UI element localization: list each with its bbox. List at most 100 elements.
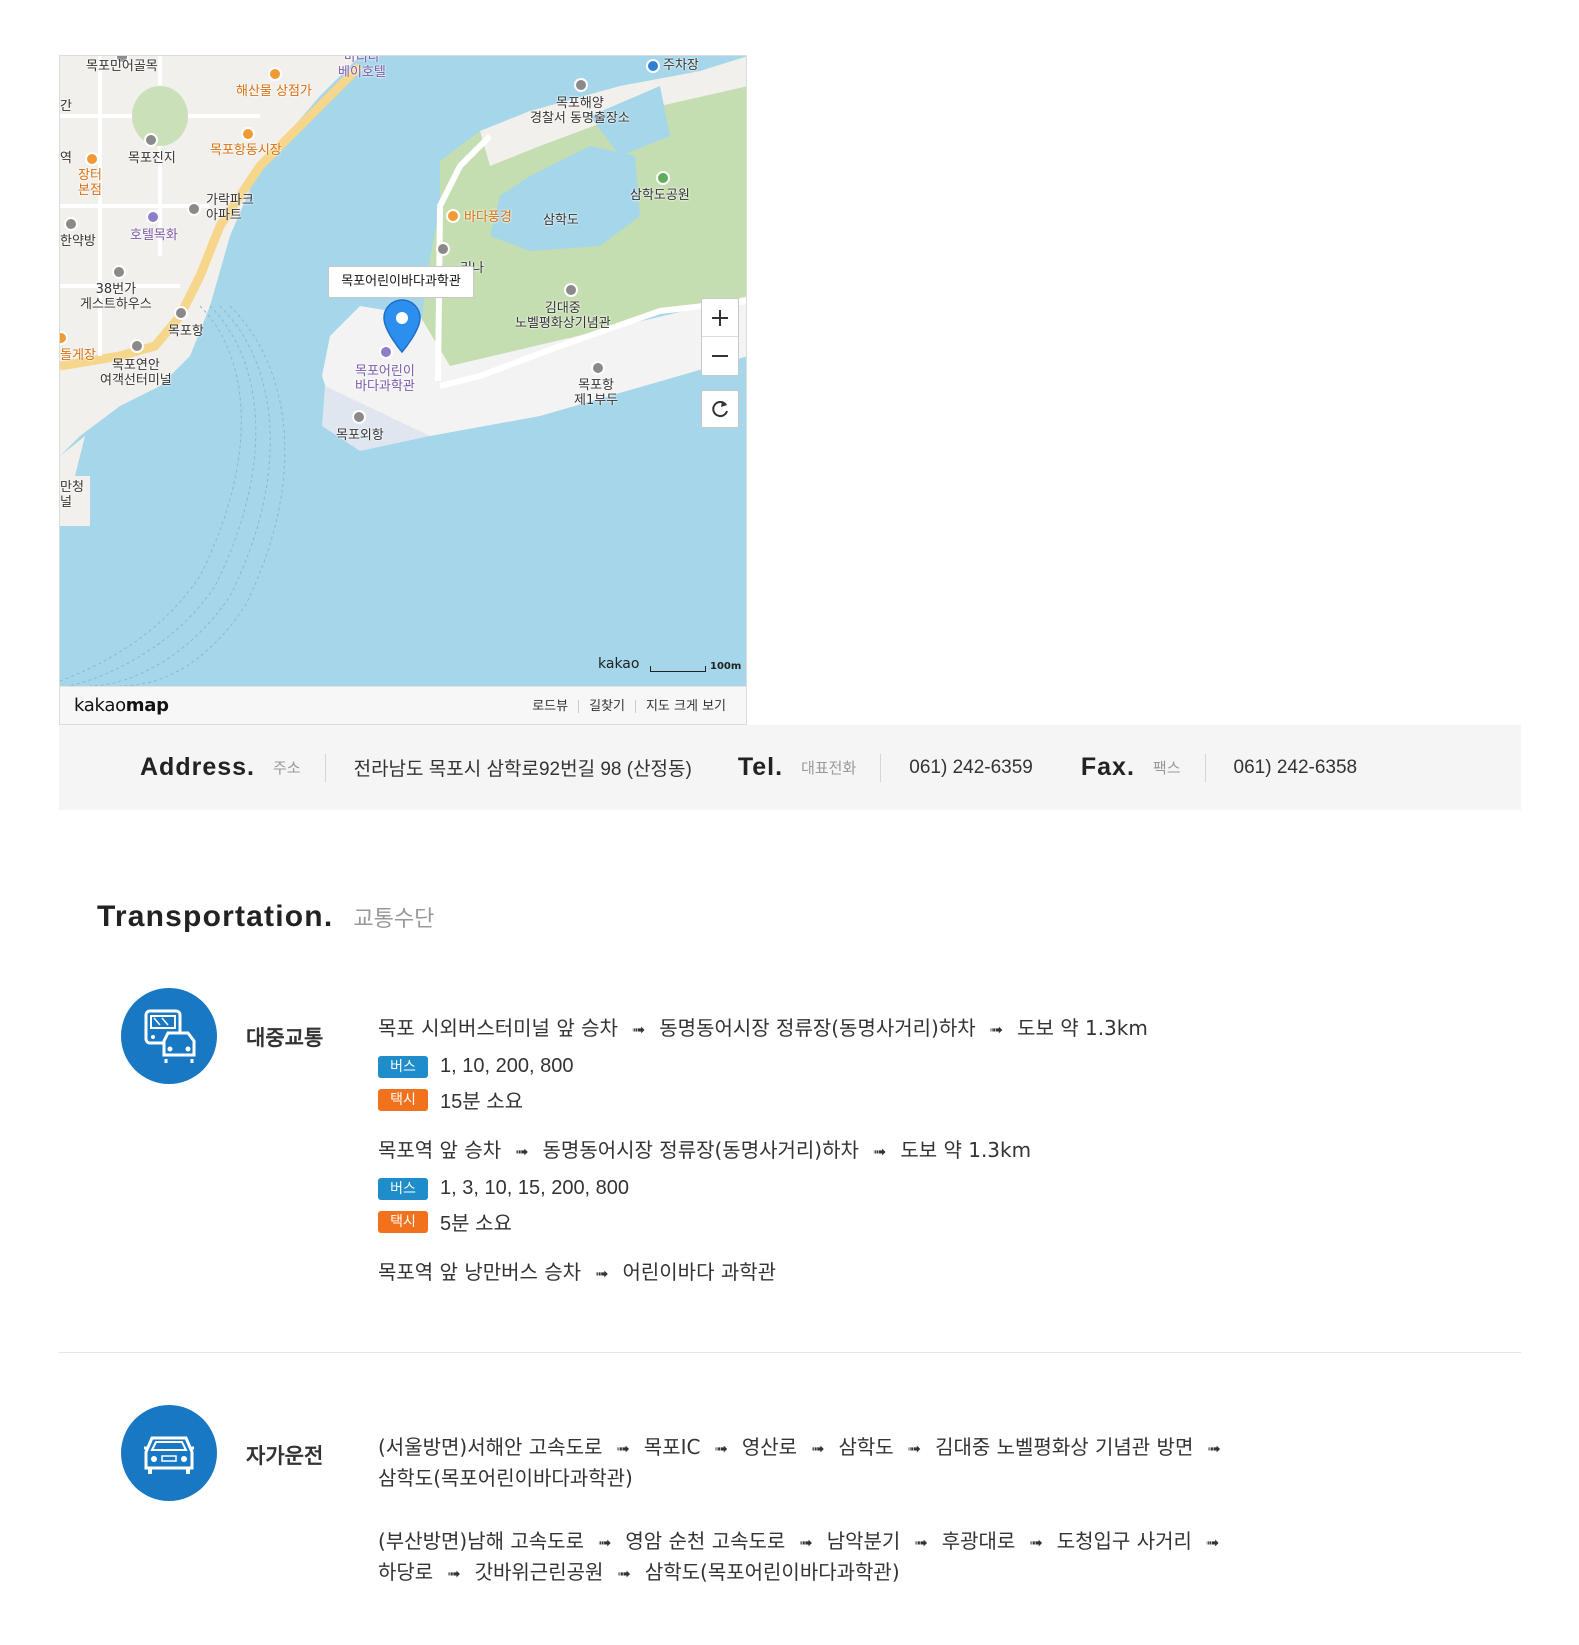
transportation-heading: Transportation. 교통수단 (97, 900, 434, 934)
tel-title: Tel. (737, 753, 784, 781)
bus-tag: 버스 (378, 1177, 428, 1200)
route-step: (서울방면)서해안 고속도로 (378, 1435, 603, 1459)
minus-icon (712, 355, 728, 357)
route-step: 삼학도 (838, 1435, 894, 1459)
map-label: 역 (60, 151, 72, 166)
route-step: 도보 약 1.3km (900, 1138, 1032, 1162)
arrow-right-icon: ➟ (631, 1020, 646, 1039)
fax-block: Fax. 팩스 061) 242-6358 (1081, 725, 1357, 810)
transportation-title: Transportation. (97, 900, 334, 933)
hotel-icon (146, 210, 160, 224)
arrow-right-icon: ➟ (714, 1439, 728, 1458)
bus-info: 버스 1, 10, 200, 800 (378, 1055, 573, 1078)
route-step: 하당로 (378, 1560, 434, 1584)
map-label: 목포해양 경찰서 동명출장소 (530, 96, 630, 126)
fax-title: Fax. (1080, 753, 1135, 781)
car-route-2-cont: 하당로 ➟ 갓바위근린공원 ➟ 삼학도(목포어린이바다과학관) (378, 1557, 900, 1589)
contact-info-bar: Address. 주소 전라남도 목포시 삼학로92번길 98 (산정동) Te… (59, 725, 1521, 810)
poi-shop-icon (241, 127, 255, 141)
plus-icon (712, 309, 728, 326)
map-label: 목포항 제1부두 (574, 378, 619, 408)
public-route-3: 목포역 앞 낭만버스 승차 ➟ 어린이바다 과학관 (378, 1257, 776, 1289)
map-label: 호텔목화 (130, 228, 178, 243)
map-label: 간 (60, 99, 72, 114)
arrow-right-icon: ➟ (989, 1020, 1004, 1039)
kakao-map[interactable]: 목포민어골목 해산물 상점가 마리나 베이호텔 주차장 목포해양 경찰서 동명출… (59, 55, 747, 725)
park-icon (656, 171, 670, 185)
taxi-info: 택시 5분 소요 (378, 1207, 512, 1236)
route-step: 어린이바다 과학관 (622, 1260, 777, 1284)
arrow-right-icon: ➟ (1207, 1439, 1221, 1458)
scale-text: 100m (710, 661, 742, 672)
route-step: 김대중 노벨평화상 기념관 방면 (935, 1435, 1194, 1459)
kakaomap-logo[interactable]: kakaomap (74, 695, 169, 716)
roadview-link[interactable]: 로드뷰 (522, 700, 578, 713)
address-sub: 주소 (272, 759, 301, 777)
route-step: (부산방면)남해 고속도로 (378, 1529, 584, 1553)
arrow-right-icon: ➟ (872, 1142, 887, 1161)
address-value: 전라남도 목포시 삼학로92번길 98 (산정동) (353, 759, 692, 780)
route-step: 영산로 (741, 1435, 798, 1459)
poi-icon (144, 133, 158, 147)
map-label: 장터 본점 (78, 168, 102, 198)
zoom-out-button[interactable] (702, 337, 738, 375)
map-label: 목포연안 여객선터미널 (100, 358, 172, 388)
map-marker-icon[interactable] (382, 298, 422, 354)
route-step: 남악분기 (826, 1529, 901, 1553)
arrow-right-icon: ➟ (595, 1264, 609, 1283)
tel-value: 061) 242-6359 (909, 756, 1033, 778)
refresh-button[interactable] (701, 390, 739, 428)
scale-bar (650, 666, 706, 672)
fax-sub: 팩스 (1152, 759, 1181, 777)
map-footer: kakaomap 로드뷰 길찾기 지도 크게 보기 (60, 686, 746, 724)
route-step: 목포역 앞 낭만버스 승차 (378, 1260, 582, 1284)
public-route-1: 목포 시외버스터미널 앞 승차 ➟ 동명동어시장 정류장(동명사거리)하차 ➟ 도보 약… (378, 1013, 1148, 1045)
map-label: 바다풍경 (464, 210, 512, 225)
arrow-right-icon: ➟ (799, 1533, 813, 1552)
address-title: Address. (140, 753, 255, 781)
map-label: 목포항동시장 (210, 143, 282, 158)
car-label: 자가운전 (246, 1444, 324, 1468)
map-label: 돌게장 (60, 348, 96, 363)
taxi-tag: 택시 (378, 1210, 428, 1233)
taxi-info: 택시 15분 소요 (378, 1085, 523, 1114)
public-route-2: 목포역 앞 승차 ➟ 동명동어시장 정류장(동명사거리)하차 ➟ 도보 약 1.3km (378, 1135, 1031, 1167)
map-label: 한약방 (60, 234, 96, 249)
arrow-right-icon: ➟ (1205, 1533, 1220, 1552)
map-info-popup[interactable]: 목포어린이바다과학관 (328, 266, 474, 298)
arrow-right-icon: ➟ (1029, 1533, 1043, 1552)
arrow-right-icon: ➟ (597, 1533, 612, 1552)
map-label: 삼학도 (543, 213, 579, 228)
route-step: 후광대로 (941, 1529, 1016, 1553)
pier-icon (591, 361, 605, 375)
fax-value: 061) 242-6358 (1233, 756, 1358, 778)
map-label: 김대중 노벨평화상기념관 (515, 301, 611, 331)
map-label: 해산물 상점가 (236, 84, 312, 99)
divider (1204, 753, 1206, 782)
port-icon (352, 410, 366, 424)
car-icon (144, 1436, 194, 1474)
museum-icon (564, 283, 578, 297)
bus-car-icon (144, 1009, 196, 1063)
zoom-control (701, 298, 739, 376)
map-label: 마리나 베이호텔 (338, 55, 386, 80)
transportation-sub: 교통수단 (353, 907, 435, 932)
bus-numbers: 1, 10, 200, 800 (440, 1055, 574, 1077)
parking-icon (646, 59, 660, 73)
map-links: 로드뷰 길찾기 지도 크게 보기 (522, 700, 736, 713)
arrow-right-icon: ➟ (447, 1564, 461, 1583)
view-large-map-link[interactable]: 지도 크게 보기 (634, 700, 736, 713)
car-route-1: (서울방면)서해안 고속도로 ➟ 목포IC ➟ 영산로 ➟ 삼학도 ➟ 김대중 노벨평화상 기념… (378, 1432, 1235, 1464)
arrow-right-icon: ➟ (907, 1439, 922, 1458)
bus-tag: 버스 (378, 1055, 428, 1078)
map-label: 목포민어골목 (86, 59, 158, 74)
public-transport-label: 대중교통 (246, 1026, 324, 1050)
map-label: 목포항 (168, 324, 204, 339)
address-block: Address. 주소 전라남도 목포시 삼학로92번길 98 (산정동) (140, 725, 692, 810)
route-step: 삼학도(목포어린이바다과학관) (644, 1560, 900, 1584)
car-route-2: (부산방면)남해 고속도로 ➟ 영암 순천 고속도로 ➟ 남악분기 ➟ 후광대로 ➟ 도청입구 … (378, 1526, 1233, 1558)
pharmacy-icon (64, 217, 78, 231)
car-icon-circle (121, 1405, 217, 1501)
directions-link[interactable]: 길찾기 (578, 700, 635, 713)
zoom-in-button[interactable] (702, 299, 738, 337)
